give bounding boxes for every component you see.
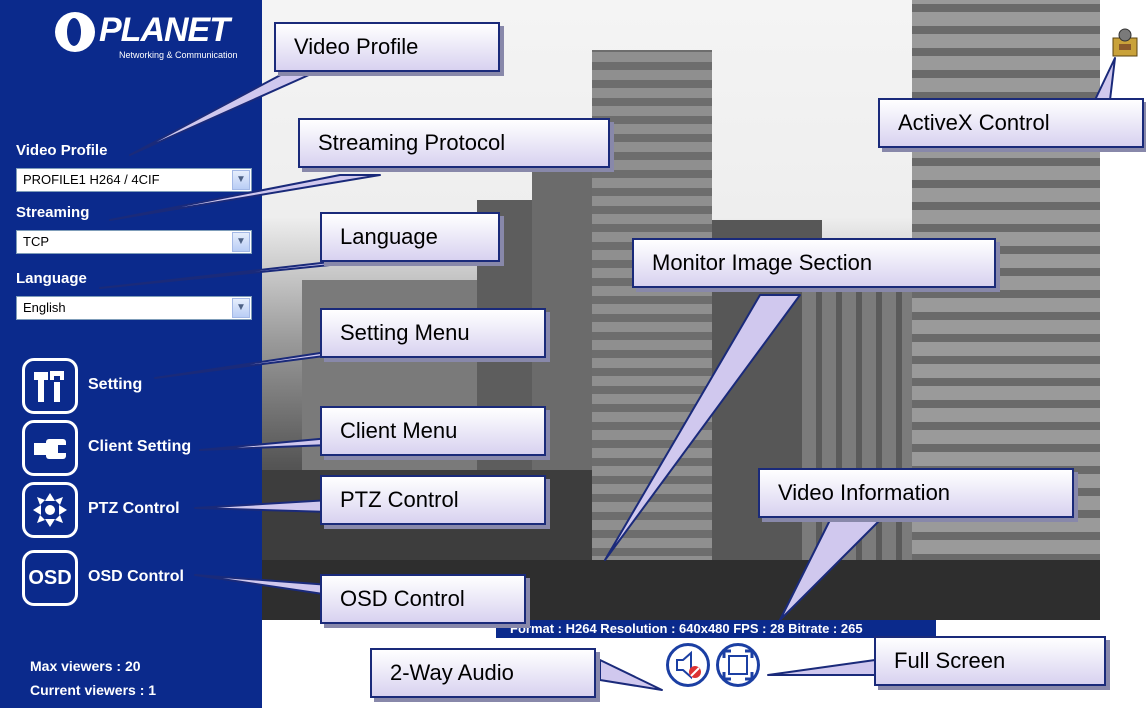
pointer-monitor [604,294,801,561]
callout-client-menu: Client Menu [320,406,546,456]
callout-ptz-control: PTZ Control [320,475,546,525]
callout-streaming-protocol: Streaming Protocol [298,118,610,168]
pointer-audio [599,659,663,691]
pointer-client [199,437,331,451]
pointer-osd [194,574,331,596]
pointer-fullscreen [767,659,876,676]
callout-language: Language [320,212,500,262]
callout-full-screen: Full Screen [874,636,1106,686]
callout-monitor-image-section: Monitor Image Section [632,238,996,288]
callout-two-way-audio: 2-Way Audio [370,648,596,698]
pointer-ptz [194,499,331,513]
callout-osd-control: OSD Control [320,574,526,624]
pointer-video-info [779,519,881,621]
pointer-language [99,261,361,289]
pointer-video-profile [129,69,321,156]
callout-video-information: Video Information [758,468,1074,518]
pointer-activex [1094,57,1116,101]
callout-activex-control: ActiveX Control [878,98,1144,148]
callout-video-profile: Video Profile [274,22,500,72]
callout-setting-menu: Setting Menu [320,308,546,358]
